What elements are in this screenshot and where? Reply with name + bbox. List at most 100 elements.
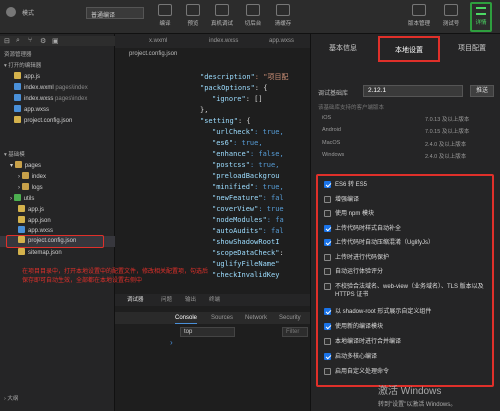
tab-console[interactable]: Console bbox=[175, 312, 198, 324]
open-editors-header[interactable]: ▾ 打开的编辑器 bbox=[4, 61, 119, 72]
code-line: "coverView": true bbox=[212, 205, 284, 213]
checkbox[interactable] bbox=[324, 210, 331, 217]
tab-network[interactable]: Network bbox=[245, 312, 267, 324]
tree-folder-utils[interactable]: › utils bbox=[10, 194, 125, 205]
search-icon[interactable]: ⌕ bbox=[16, 37, 20, 45]
wxss-file-icon bbox=[14, 105, 21, 112]
open-file-index-wxss[interactable]: index.wxss pages\index bbox=[14, 94, 129, 105]
lib-version-select[interactable]: 2.12.1 bbox=[363, 85, 463, 97]
tab-sources[interactable]: Sources bbox=[211, 312, 233, 324]
tree-folder-pages[interactable]: ▾ pages bbox=[10, 161, 125, 172]
checkbox[interactable] bbox=[324, 323, 331, 330]
platform-windows-version: 2.4.0 及以上版本 bbox=[425, 154, 467, 160]
editor-tabs: x.wxml index.wxss app.wxss bbox=[115, 34, 310, 48]
tab-output[interactable]: 输出 bbox=[185, 294, 196, 306]
code-line: "uglifyFileName" bbox=[212, 260, 280, 268]
code-line: "setting": { bbox=[200, 117, 251, 125]
layers-icon bbox=[276, 4, 290, 16]
code-line: "checkInvalidKey bbox=[212, 271, 280, 279]
clear-cache-button[interactable]: 清缓存 bbox=[270, 4, 296, 27]
user-icon bbox=[444, 4, 458, 16]
tab-basic-info[interactable]: 基本信息 bbox=[312, 36, 374, 62]
debug-icon[interactable]: ⚙ bbox=[40, 37, 46, 45]
branch-icon[interactable]: ⑂ bbox=[28, 37, 32, 44]
checkbox[interactable] bbox=[324, 368, 331, 375]
open-file-app-js[interactable]: app.js bbox=[14, 72, 129, 83]
project-section-header[interactable]: ▾ 基础模 bbox=[4, 150, 119, 161]
checkbox[interactable] bbox=[324, 308, 331, 315]
explorer-toolbar: ⊟ ⌕ ⑂ ⚙ ▣ bbox=[0, 36, 115, 46]
tab-debugger[interactable]: 调试器 bbox=[127, 294, 144, 306]
tab-index-wxss[interactable]: index.wxss bbox=[205, 34, 238, 48]
folder-icon[interactable]: ⊟ bbox=[4, 37, 10, 45]
json-file-icon bbox=[14, 116, 21, 123]
checkbox[interactable] bbox=[324, 181, 331, 188]
explorer-title: 资源管理器 bbox=[4, 52, 32, 58]
line-gutter bbox=[175, 62, 187, 292]
preview-button[interactable]: 预览 bbox=[180, 4, 206, 27]
platform-android: Android bbox=[322, 127, 341, 133]
tab-security[interactable]: Security bbox=[279, 312, 301, 324]
tab-local-settings[interactable]: 本地设置 bbox=[378, 36, 440, 62]
remote-debug-button[interactable]: 真机调试 bbox=[207, 4, 237, 27]
platform-android-version: 7.0.15 及以上版本 bbox=[425, 129, 470, 135]
tutorial-annotation: 在项目目录中，打开本地设置中的配置文件，修改相关配置项，勾选后保存即可自动生效，… bbox=[22, 269, 209, 284]
phone-debug-icon bbox=[215, 4, 229, 16]
branch-icon bbox=[412, 4, 426, 16]
checkbox[interactable] bbox=[324, 239, 331, 246]
activation-watermark: 激活 Windows 转到"设置"以激活 Windows。 bbox=[378, 386, 457, 408]
mode-label: 模式 bbox=[22, 11, 35, 17]
panel-tabs: 基本信息 本地设置 项目配置 bbox=[310, 36, 500, 62]
js-file-icon bbox=[14, 72, 21, 79]
folder-icon bbox=[13, 194, 21, 201]
tab-terminal[interactable]: 终端 bbox=[209, 294, 220, 306]
tab-app-wxss[interactable]: app.wxss bbox=[265, 34, 294, 48]
platform-ios: iOS bbox=[322, 115, 332, 121]
extensions-icon[interactable]: ▣ bbox=[52, 37, 59, 45]
platform-macos: MacOS bbox=[322, 140, 341, 146]
compile-mode-select[interactable]: 普通编译 bbox=[86, 7, 144, 19]
code-line: "nodeModules": fa bbox=[212, 216, 284, 224]
code-line: }, bbox=[200, 106, 209, 114]
folder-icon bbox=[14, 161, 22, 168]
checkbox[interactable] bbox=[324, 196, 331, 203]
code-line: "autoAudits": fal bbox=[212, 227, 284, 235]
highlight-box-config-file bbox=[6, 235, 104, 248]
open-file-project-config[interactable]: project.config.json bbox=[14, 116, 129, 127]
code-line: "packOptions": { bbox=[200, 84, 268, 92]
checkbox[interactable] bbox=[324, 338, 331, 345]
code-line: "preloadBackgrou bbox=[212, 172, 280, 180]
checkbox[interactable] bbox=[324, 225, 331, 232]
code-line: "es6": true, bbox=[212, 139, 263, 147]
folder-icon bbox=[21, 172, 29, 179]
checkbox[interactable] bbox=[324, 353, 331, 360]
support-hint: 该基础库支持的客户端版本 bbox=[318, 105, 385, 111]
filter-input[interactable]: Filter bbox=[282, 327, 308, 337]
json-file-icon bbox=[18, 248, 25, 255]
details-button[interactable]: 详情 bbox=[470, 2, 492, 32]
wxss-file-icon bbox=[18, 226, 25, 233]
code-line: "newFeature": fal bbox=[212, 194, 284, 202]
open-file-app-wxss[interactable]: app.wxss bbox=[14, 105, 129, 116]
compile-button[interactable]: 编译 bbox=[152, 4, 178, 27]
checkbox[interactable] bbox=[324, 254, 331, 261]
open-file-index-wxml[interactable]: index.wxml pages\index bbox=[14, 83, 129, 94]
tab-wxml[interactable]: x.wxml bbox=[145, 34, 167, 48]
code-line: "scopeDataCheck": bbox=[212, 249, 284, 257]
console-prompt[interactable]: › bbox=[170, 338, 173, 347]
push-button[interactable]: 推送 bbox=[470, 85, 494, 97]
checkbox[interactable] bbox=[324, 268, 331, 275]
tab-problems[interactable]: 问题 bbox=[161, 294, 172, 306]
checkbox[interactable] bbox=[324, 283, 331, 290]
folder-icon bbox=[21, 183, 29, 190]
tab-project-config[interactable]: 项目配置 bbox=[444, 36, 500, 62]
context-select[interactable]: top bbox=[180, 327, 235, 337]
breadcrumb[interactable]: project.config.json bbox=[115, 48, 310, 60]
test-account-button[interactable]: 测试号 bbox=[438, 4, 464, 27]
outline-header[interactable]: › 大纲 bbox=[4, 394, 119, 405]
version-manage-button[interactable]: 版本管理 bbox=[404, 4, 434, 27]
avatar[interactable] bbox=[6, 7, 16, 17]
menu-icon bbox=[476, 7, 486, 15]
background-button[interactable]: 切后台 bbox=[240, 4, 266, 27]
platform-ios-version: 7.0.13 及以上版本 bbox=[425, 117, 470, 123]
